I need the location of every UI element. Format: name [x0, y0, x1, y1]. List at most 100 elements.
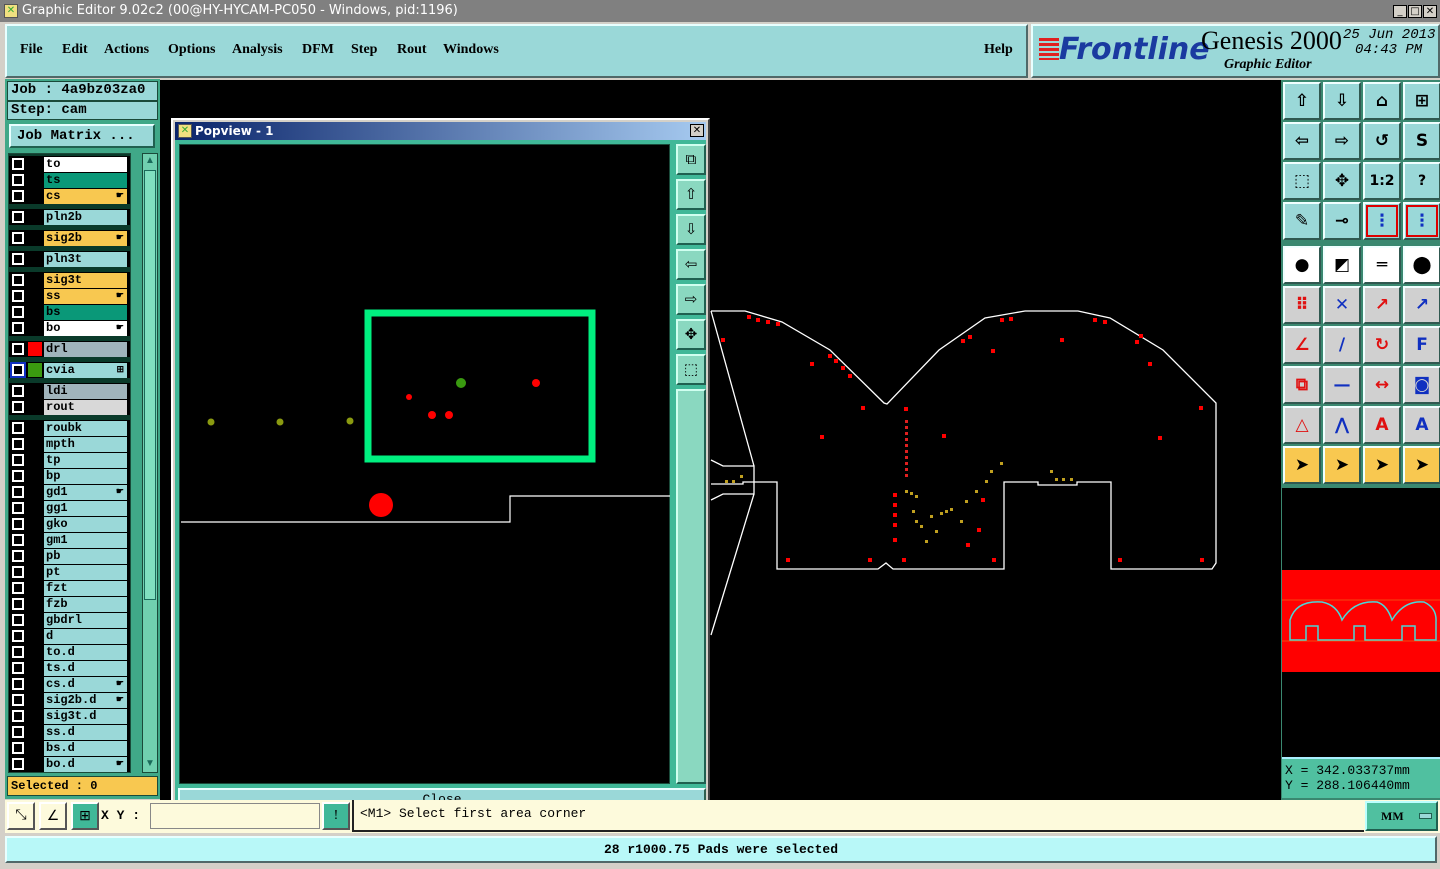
layer-row-pln3t[interactable]: pln3t [9, 251, 130, 267]
layer-color-swatch[interactable] [28, 363, 42, 377]
layer-name[interactable]: ts.d [44, 661, 127, 676]
layer-checkbox[interactable] [11, 549, 25, 563]
close-button[interactable]: ✕ [1423, 5, 1437, 18]
layer-checkbox[interactable] [11, 661, 25, 675]
connect-icon[interactable]: ⠿ [1283, 286, 1321, 324]
move-line-icon[interactable]: / [1323, 326, 1361, 364]
xy-grid-icon[interactable]: ⊞ [1403, 82, 1440, 120]
layer-name[interactable]: to [44, 157, 127, 172]
layer-row-fzb[interactable]: fzb [9, 596, 130, 612]
layer-checkbox[interactable] [11, 757, 25, 771]
layer-name[interactable]: tp [44, 453, 127, 468]
layer-row-bp[interactable]: bp [9, 468, 130, 484]
layer-name[interactable]: cvia ⊞ [44, 363, 127, 378]
menu-dfm[interactable]: DFM [302, 42, 334, 58]
measure-icon[interactable]: ═ [1363, 246, 1401, 284]
arc-flat-icon[interactable]: A [1363, 406, 1401, 444]
layer-name[interactable]: pb [44, 549, 127, 564]
zoom-out-icon[interactable]: ⬚ [676, 354, 706, 385]
layer-name[interactable]: gg1 [44, 501, 127, 516]
layer-checkbox[interactable] [11, 210, 25, 224]
layer-name[interactable]: d [44, 629, 127, 644]
pan-down-icon[interactable]: ⇩ [1323, 82, 1361, 120]
info-icon[interactable]: ! [322, 802, 350, 830]
layer-name[interactable]: pln2b [44, 210, 127, 225]
layer-row-gbdrl[interactable]: gbdrl [9, 612, 130, 628]
layer-row-sig3t-d[interactable]: sig3t.d [9, 708, 130, 724]
layer-row-gm1[interactable]: gm1 [9, 532, 130, 548]
delete-icon[interactable]: ✕ [1323, 286, 1361, 324]
units-dropdown[interactable]: MM [1365, 801, 1438, 831]
netlist-alt-icon[interactable]: ⋮ [1403, 202, 1440, 240]
layer-row-ts[interactable]: ts [9, 172, 130, 188]
layer-checkbox[interactable] [11, 400, 25, 414]
layer-checkbox[interactable] [11, 231, 25, 245]
layer-row-roubk[interactable]: roubk [9, 420, 130, 436]
scale-icon[interactable]: 1:2 [1363, 162, 1401, 200]
stretch-icon[interactable]: ↔ [1363, 366, 1401, 404]
layer-checkbox[interactable] [11, 469, 25, 483]
job-matrix-button[interactable]: Job Matrix ... [9, 124, 155, 148]
pan-up-icon[interactable]: ⇧ [676, 179, 706, 210]
layer-name[interactable]: rout [44, 400, 127, 415]
layer-checkbox[interactable] [11, 581, 25, 595]
arc-cross-icon[interactable]: A [1403, 406, 1440, 444]
layer-checkbox[interactable] [11, 173, 25, 187]
layer-row-ss-d[interactable]: ss.d [9, 724, 130, 740]
help-icon[interactable]: ? [1403, 162, 1440, 200]
layer-name[interactable]: gbdrl [44, 613, 127, 628]
layer-checkbox[interactable] [11, 677, 25, 691]
layer-scrollbar[interactable]: ▲ ▼ [142, 153, 158, 773]
rotate-icon[interactable]: ↻ [1363, 326, 1401, 364]
layer-name[interactable]: ss.d [44, 725, 127, 740]
zoom-back-icon[interactable]: ⧉ [676, 144, 706, 175]
layer-checkbox[interactable] [11, 384, 25, 398]
layer-row-mpth[interactable]: mpth [9, 436, 130, 452]
mirror-icon[interactable]: F [1403, 326, 1440, 364]
menu-edit[interactable]: Edit [62, 42, 88, 58]
layer-checkbox[interactable] [11, 189, 25, 203]
layer-checkbox[interactable] [11, 645, 25, 659]
zoom-in-icon[interactable]: ✥ [1323, 162, 1361, 200]
zoom-out-icon[interactable]: ⬚ [1283, 162, 1321, 200]
layer-row-sig2b[interactable]: sig2b ☛ [9, 230, 130, 246]
board-overview-map[interactable] [1282, 570, 1440, 672]
angle-snap-icon[interactable]: ∠ [39, 802, 67, 830]
undo-view-icon[interactable]: ↺ [1363, 122, 1401, 160]
layer-row-drl[interactable]: drl [9, 341, 130, 357]
arc-icon[interactable]: △ [1283, 406, 1321, 444]
layer-name[interactable]: fzt [44, 581, 127, 596]
layer-row-sig3t[interactable]: sig3t [9, 272, 130, 288]
layer-checkbox[interactable] [11, 273, 25, 287]
layer-row-d[interactable]: d [9, 628, 130, 644]
tools-palette-icon[interactable]: ✎ [1283, 202, 1321, 240]
layer-checkbox[interactable] [11, 709, 25, 723]
popview-close-icon[interactable]: ✕ [690, 124, 704, 137]
layer-name[interactable]: mpth [44, 437, 127, 452]
layer-row-sig2b-d[interactable]: sig2b.d ☛ [9, 692, 130, 708]
pan-down-icon[interactable]: ⇩ [676, 214, 706, 245]
menu-windows[interactable]: Windows [443, 42, 499, 58]
layer-name[interactable]: sig2b ☛ [44, 231, 127, 246]
layer-row-bo[interactable]: bo ☛ [9, 320, 130, 336]
layer-name[interactable]: sig2b.d ☛ [44, 693, 127, 708]
layer-row-pln2b[interactable]: pln2b [9, 209, 130, 225]
layer-checkbox[interactable] [11, 533, 25, 547]
select-net-icon[interactable]: ➤ [1403, 446, 1440, 484]
scroll-up-icon[interactable]: ▲ [144, 155, 156, 167]
popview-canvas[interactable] [179, 144, 670, 784]
add-line-icon[interactable]: ◩ [1323, 246, 1361, 284]
menu-actions[interactable]: Actions [104, 42, 149, 58]
menu-options[interactable]: Options [168, 42, 215, 58]
layer-row-to[interactable]: to [9, 156, 130, 172]
layer-row-tp[interactable]: tp [9, 452, 130, 468]
layer-checkbox[interactable] [11, 421, 25, 435]
add-pad-icon[interactable]: ● [1283, 246, 1321, 284]
layer-checkbox[interactable] [11, 741, 25, 755]
layer-row-pb[interactable]: pb [9, 548, 130, 564]
layer-name[interactable]: bs.d [44, 741, 127, 756]
layer-row-ts-d[interactable]: ts.d [9, 660, 130, 676]
snake-icon[interactable]: S [1403, 122, 1440, 160]
layer-name[interactable]: bo ☛ [44, 321, 127, 336]
layer-name[interactable]: pln3t [44, 252, 127, 267]
